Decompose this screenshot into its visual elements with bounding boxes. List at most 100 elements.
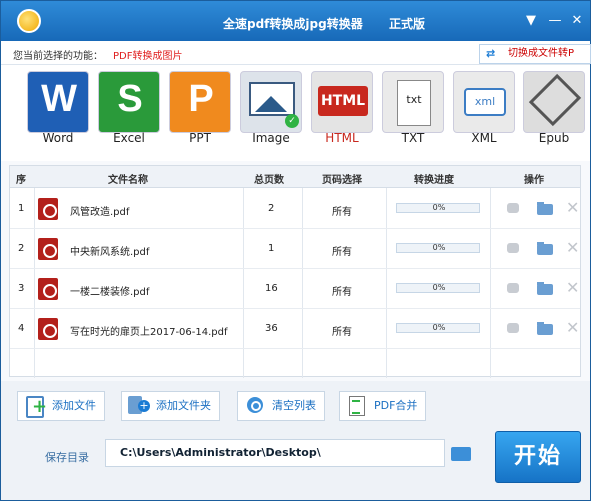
table-row[interactable]: 2 中央新风系统.pdf 1 所有 0% ✕ (10, 229, 580, 269)
column-header: 页码选择 (322, 175, 362, 186)
format-image-button[interactable]: ✓ Image (240, 71, 302, 147)
add-file-button[interactable]: 添加文件 (17, 391, 105, 421)
delete-icon[interactable]: ✕ (566, 319, 584, 337)
browse-folder-icon[interactable] (447, 439, 475, 467)
open-folder-icon[interactable] (536, 239, 554, 257)
page-range-select[interactable]: 所有 (332, 283, 352, 298)
minimize-icon[interactable]: — (547, 13, 563, 29)
format-excel-button[interactable]: S Excel (98, 71, 160, 147)
open-file-icon[interactable] (504, 279, 522, 297)
swap-arrows-icon: ⇄ (486, 47, 496, 60)
delete-icon[interactable]: ✕ (566, 199, 584, 217)
progress-bar: 0% (396, 243, 480, 253)
file-name: 写在时光的扉页上2017-06-14.pdf (70, 327, 228, 338)
page-count: 16 (265, 283, 278, 294)
save-directory-field[interactable]: C:\Users\Administrator\Desktop\ (105, 439, 445, 467)
app-title: 全速pdf转换成jpg转换器 (223, 17, 363, 31)
column-header: 序 (16, 175, 26, 186)
edition-label: 正式版 (389, 17, 426, 31)
table-row[interactable]: 4 写在时光的扉页上2017-06-14.pdf 36 所有 0% ✕ (10, 309, 580, 349)
add-file-label: 添加文件 (52, 399, 96, 412)
clear-list-label: 清空列表 (272, 399, 316, 412)
add-folder-button[interactable]: 添加文件夹 (121, 391, 220, 421)
format-toolbar: W Word S Excel P PPT ✓ Image HTML HTML t… (1, 65, 590, 161)
format-label: HTML (325, 131, 359, 145)
open-file-icon[interactable] (504, 199, 522, 217)
format-txt-button[interactable]: txt TXT (382, 71, 444, 147)
add-file-icon (24, 396, 47, 418)
pdf-file-icon (38, 278, 58, 300)
pdf-merge-label: PDF合并 (374, 399, 418, 412)
format-epub-button[interactable]: Epub (523, 71, 585, 147)
row-number: 1 (18, 203, 25, 214)
open-folder-icon[interactable] (536, 279, 554, 297)
format-label: Image (252, 131, 290, 145)
format-label: XML (471, 131, 497, 145)
page-count: 1 (268, 243, 275, 254)
image-icon: ✓ (240, 71, 302, 133)
column-header: 转换进度 (414, 175, 454, 186)
delete-icon[interactable]: ✕ (566, 239, 584, 257)
open-folder-icon[interactable] (536, 319, 554, 337)
table-row[interactable]: 3 一楼二楼装修.pdf 16 所有 0% ✕ (10, 269, 580, 309)
format-word-button[interactable]: W Word (27, 71, 89, 147)
add-folder-icon (128, 396, 150, 416)
open-file-icon[interactable] (504, 239, 522, 257)
file-name: 中央新风系统.pdf (70, 247, 150, 258)
add-folder-label: 添加文件夹 (156, 399, 211, 412)
excel-icon: S (98, 71, 160, 133)
format-ppt-button[interactable]: P PPT (169, 71, 231, 147)
page-range-select[interactable]: 所有 (332, 323, 352, 338)
file-name: 风管改造.pdf (70, 207, 130, 218)
column-header: 操作 (524, 175, 544, 186)
switch-mode-label: 切换成文件转P (508, 48, 575, 59)
function-bar: 您当前选择的功能： PDF转换成图片 ⇄ 切换成文件转P (1, 41, 591, 65)
html-icon: HTML (311, 71, 373, 133)
progress-bar: 0% (396, 323, 480, 333)
progress-bar: 0% (396, 283, 480, 293)
file-table: 序 文件名称 总页数 页码选择 转换进度 操作 1 风管改造.pdf 2 所有 … (9, 165, 581, 378)
pdf-merge-button[interactable]: PDF合并 (339, 391, 427, 421)
file-name: 一楼二楼装修.pdf (70, 287, 150, 298)
txt-icon: txt (382, 71, 444, 133)
column-header: 总页数 (254, 175, 284, 186)
row-number: 4 (18, 323, 25, 334)
app-window: 全速pdf转换成jpg转换器 正式版 ▼ — ✕ 您当前选择的功能： PDF转换… (0, 0, 591, 501)
table-row[interactable]: 1 风管改造.pdf 2 所有 0% ✕ (10, 189, 580, 229)
ppt-icon: P (169, 71, 231, 133)
app-logo-icon (17, 9, 41, 33)
format-label: Word (42, 131, 74, 145)
page-count: 2 (268, 203, 275, 214)
progress-bar: 0% (396, 203, 480, 213)
delete-icon[interactable]: ✕ (566, 279, 584, 297)
clear-list-button[interactable]: 清空列表 (237, 391, 325, 421)
format-xml-button[interactable]: xml XML (453, 71, 515, 147)
open-folder-icon[interactable] (536, 199, 554, 217)
format-label: Epub (538, 131, 570, 145)
save-directory-label: 保存目录 (45, 451, 89, 464)
epub-icon (523, 71, 585, 133)
format-label: TXT (401, 131, 425, 145)
pdf-file-icon (38, 198, 58, 220)
bottom-panel: 添加文件 添加文件夹 清空列表 PDF合并 保存目录 C:\Users\Admi… (1, 381, 590, 500)
selected-check-icon: ✓ (285, 114, 299, 128)
start-button[interactable]: 开始 (495, 431, 581, 483)
close-icon[interactable]: ✕ (569, 13, 585, 29)
title-bar: 全速pdf转换成jpg转换器 正式版 ▼ — ✕ (1, 1, 590, 41)
word-icon: W (27, 71, 89, 133)
column-header: 文件名称 (108, 175, 148, 186)
switch-mode-button[interactable]: ⇄ 切换成文件转P (479, 44, 591, 64)
current-function-value: PDF转换成图片 (113, 51, 183, 62)
page-range-select[interactable]: 所有 (332, 243, 352, 258)
merge-icon (346, 396, 368, 416)
menu-dropdown-icon[interactable]: ▼ (523, 13, 539, 29)
clear-list-icon (244, 396, 266, 416)
format-html-button[interactable]: HTML HTML (311, 71, 373, 147)
format-label: Excel (113, 131, 145, 145)
open-file-icon[interactable] (504, 319, 522, 337)
pdf-file-icon (38, 318, 58, 340)
table-header: 序 文件名称 总页数 页码选择 转换进度 操作 (10, 166, 580, 188)
page-range-select[interactable]: 所有 (332, 203, 352, 218)
row-number: 2 (18, 243, 25, 254)
current-function-label: 您当前选择的功能： (13, 51, 103, 62)
